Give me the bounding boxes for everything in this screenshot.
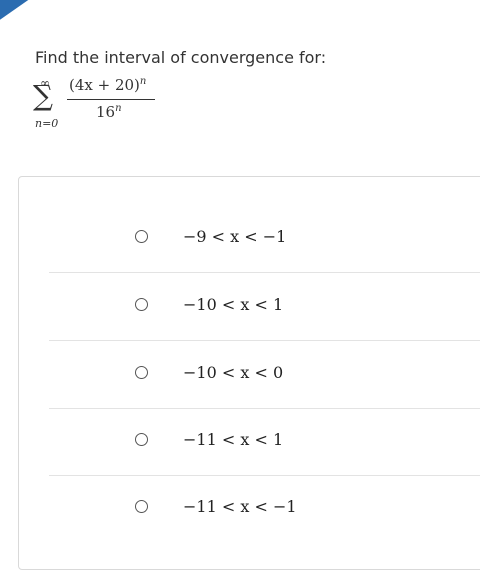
answer-option-label: −11 < x < −1 [183, 497, 297, 516]
denominator-exponent: n [115, 103, 122, 114]
answer-option-2[interactable]: −10 < x < 1 [49, 273, 480, 341]
numerator-exponent: n [139, 76, 147, 87]
summation-sign: ∑ [33, 79, 53, 112]
radio-button[interactable] [135, 500, 148, 513]
question-number-ribbon: n 4 [0, 0, 52, 36]
radio-button[interactable] [135, 366, 148, 379]
radio-button[interactable] [135, 298, 148, 311]
answer-option-label: −11 < x < 1 [183, 430, 284, 449]
radio-button[interactable] [135, 230, 148, 243]
answer-option-1[interactable]: −9 < x < −1 [49, 205, 480, 273]
answer-option-label: −9 < x < −1 [183, 227, 287, 246]
answer-options-card: −9 < x < −1 −10 < x < 1 −10 < x < 0 −11 … [18, 176, 480, 570]
answer-option-3[interactable]: −10 < x < 0 [49, 341, 480, 409]
fraction-denominator: 16n [96, 103, 122, 121]
question-prompt: Find the interval of convergence for: [35, 48, 327, 67]
fraction-bar [67, 99, 155, 100]
radio-button[interactable] [135, 433, 148, 446]
answer-option-5[interactable]: −11 < x < −1 [49, 475, 480, 542]
answer-option-label: −10 < x < 0 [183, 363, 284, 382]
fraction-numerator: (4x + 20)n [69, 76, 146, 94]
denominator-base: 16 [96, 103, 116, 121]
answer-option-4[interactable]: −11 < x < 1 [49, 408, 480, 476]
series-expression: ∞ ∑ n=0 (4x + 20)n 16n [33, 76, 173, 136]
numerator-base: (4x + 20) [69, 76, 140, 94]
answer-option-label: −10 < x < 1 [183, 295, 284, 314]
sum-lower-limit: n=0 [35, 117, 59, 130]
